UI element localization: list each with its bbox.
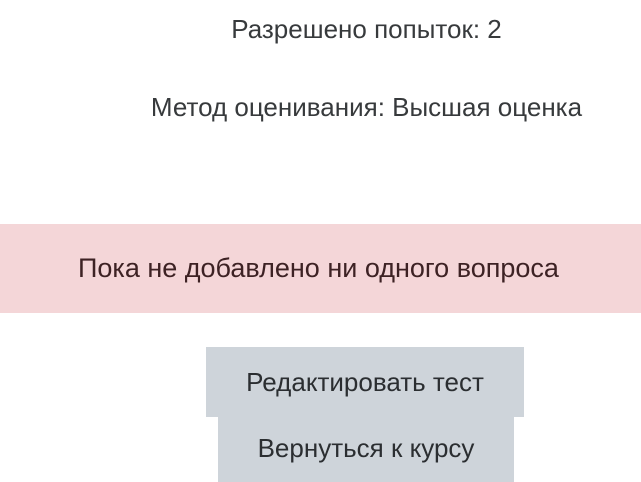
attempts-allowed-text: Разрешено попыток: 2 [231,14,502,44]
grading-method-text: Метод оценивания: Высшая оценка [150,92,583,122]
alert-message: Пока не добавлено ни одного вопроса [78,253,559,283]
edit-quiz-button[interactable]: Редактировать тест [206,347,524,417]
no-questions-alert: Пока не добавлено ни одного вопроса [0,224,641,313]
back-to-course-button[interactable]: Вернуться к курсу [218,417,514,482]
